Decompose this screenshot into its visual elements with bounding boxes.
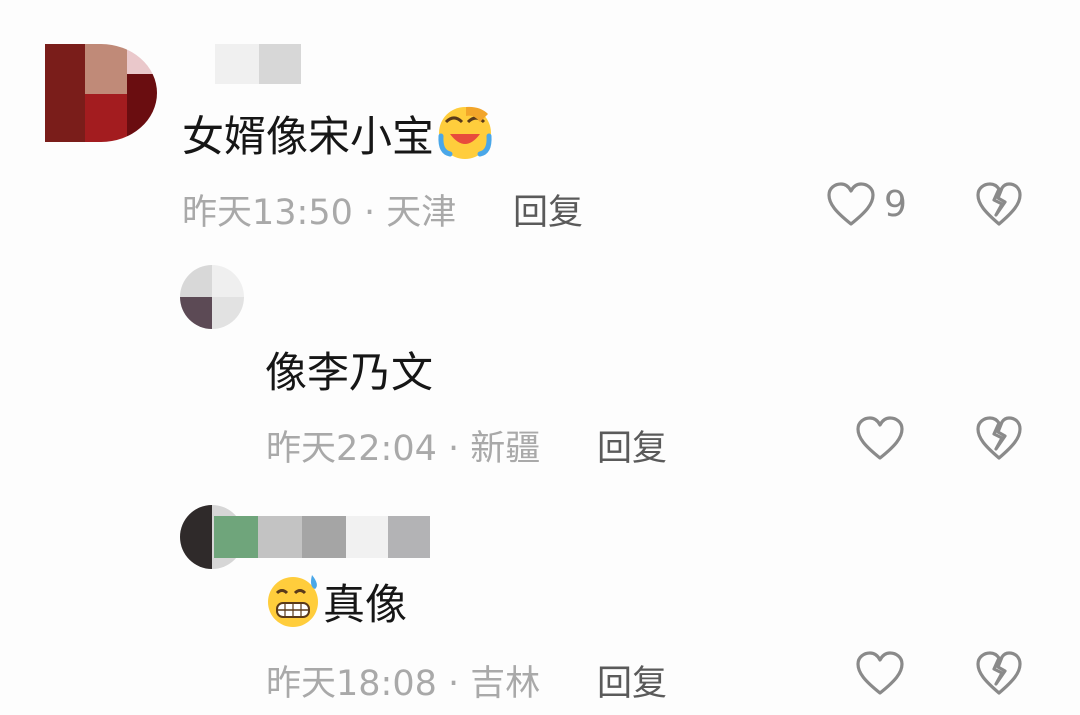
dislike-broken-heart-icon[interactable]	[975, 182, 1023, 228]
heart-icon[interactable]	[855, 416, 905, 462]
comment-meta: 昨天22:04 · 新疆	[266, 420, 540, 471]
comment-meta: 昨天18:08 · 吉林	[266, 655, 540, 706]
comment-meta: 昨天13:50 · 天津	[182, 184, 456, 235]
comment-content: 真像	[323, 579, 408, 629]
comment-text: 女婿像宋小宝	[182, 106, 494, 161]
like-count: 9	[884, 184, 907, 225]
comment-time: 昨天18:08	[266, 664, 437, 704]
dislike-broken-heart-icon[interactable]	[975, 651, 1023, 697]
reply-button[interactable]: 回复	[513, 184, 583, 235]
comment-location: 新疆	[470, 429, 541, 469]
rolling-laughing-emoji-icon	[438, 106, 492, 159]
meta-separator: ·	[448, 429, 460, 469]
heart-icon[interactable]	[826, 182, 876, 228]
comment-text: 真像	[265, 572, 407, 630]
meta-separator: ·	[448, 664, 460, 704]
meta-separator: ·	[364, 193, 376, 233]
dislike-broken-heart-icon[interactable]	[975, 416, 1023, 462]
comment-location: 天津	[386, 193, 457, 233]
reply-button[interactable]: 回复	[597, 420, 667, 471]
grinning-sweat-emoji-icon	[268, 575, 318, 627]
comment-content: 像李乃文	[265, 347, 434, 397]
comment-text: 像李乃文	[265, 342, 433, 397]
heart-icon[interactable]	[855, 651, 905, 697]
comment-thread: 女婿像宋小宝 昨天13:50 · 天津 回复 9 像李乃文 昨天22:04 · …	[0, 0, 1080, 715]
comment-content: 女婿像宋小宝	[182, 111, 435, 161]
comment-location: 吉林	[470, 664, 541, 704]
reply-button[interactable]: 回复	[597, 655, 667, 706]
avatar[interactable]	[180, 265, 244, 329]
avatar[interactable]	[45, 44, 157, 142]
comment-time: 昨天22:04	[266, 429, 437, 469]
comment-time: 昨天13:50	[182, 193, 353, 233]
